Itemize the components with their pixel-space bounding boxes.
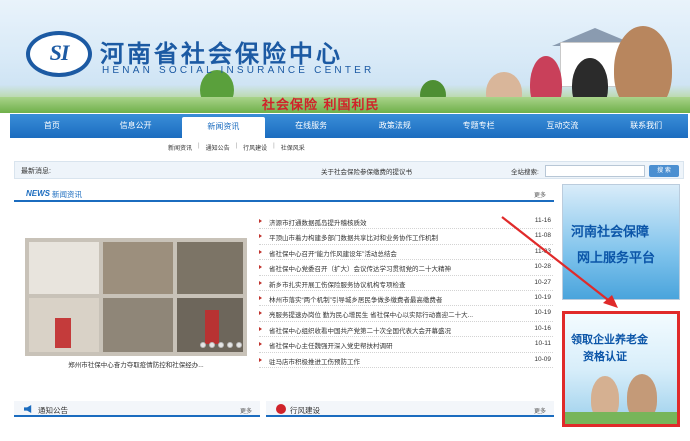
nav-contact[interactable]: 联系我们 (604, 114, 688, 138)
bullet-icon (259, 326, 262, 331)
carousel-photo (103, 242, 173, 294)
carousel-dot[interactable] (218, 342, 224, 348)
nav-news[interactable]: 新闻资讯 (181, 117, 266, 138)
notices-panel-title: 通知公告 (38, 406, 68, 415)
subnav-separator: | (235, 143, 238, 149)
bullet-icon (259, 234, 262, 239)
news-item-date: 10-16 (534, 324, 551, 332)
worker-figure (55, 318, 71, 348)
news-more-link[interactable]: 更多 (534, 190, 546, 199)
news-item[interactable]: 省社保中心主任魏强开深入党史帮扶村调研 10-11 (259, 337, 553, 353)
news-item[interactable]: 省社保中心组织收看中国共产党第二十次全国代表大会开幕盛况 10-16 (259, 322, 553, 338)
subnav-separator: | (273, 143, 275, 149)
conduct-panel-header: 行风建设 更多 (266, 401, 554, 417)
news-item-title[interactable]: 省社保中心组织收看中国共产党第二十次全国代表大会开幕盛况 (269, 325, 499, 335)
news-item-date: 10-11 (534, 340, 551, 348)
subnav-style[interactable]: 社保风采 (281, 143, 305, 152)
conduct-panel-title: 行风建设 (290, 406, 320, 415)
news-item-title[interactable]: 省社保中心党委召开（扩大）会议传达学习贯彻党的二十大精神 (269, 263, 499, 273)
news-item-title[interactable]: 林州市落实“两个机制”引导城乡居民争做多缴费者最高缴费者 (269, 294, 499, 304)
bullet-icon (259, 342, 262, 347)
flowers-decoration (565, 412, 677, 424)
sub-nav: 新闻资讯 | 通知公告 | 行风建设 | 社保风采 (168, 143, 305, 152)
notices-panel-header: 通知公告 更多 (14, 401, 260, 417)
header-banner: SI 河南省社会保险中心 HENAN SOCIAL INSURANCE CENT… (0, 0, 690, 113)
speaker-icon (24, 405, 32, 413)
notices-more-link[interactable]: 更多 (240, 406, 252, 415)
search-button[interactable]: 搜 索 (649, 165, 679, 177)
site-title-en: HENAN SOCIAL INSURANCE CENTER (102, 65, 375, 76)
carousel-photo (177, 242, 243, 294)
subnav-separator: | (198, 143, 200, 149)
annotation-arrow (501, 216, 618, 308)
slogan: 社会保险 利国利民 (262, 98, 380, 113)
carousel-dots (200, 342, 242, 348)
subnav-notices[interactable]: 通知公告 (206, 143, 230, 152)
news-item-title[interactable]: 省社保中心召开“能力作风建设年”活动总结会 (269, 248, 499, 258)
nav-topics[interactable]: 专题专栏 (437, 114, 521, 138)
bullet-icon (259, 249, 262, 254)
subnav-news[interactable]: 新闻资讯 (168, 143, 192, 152)
worker-figure (205, 310, 219, 344)
pension-certification-banner[interactable]: 领取企业养老金 资格认证 (562, 311, 680, 427)
nav-policies[interactable]: 政策法规 (353, 114, 437, 138)
search-label: 全站搜索: (511, 169, 539, 176)
bullet-icon (259, 311, 262, 316)
photo-caption[interactable]: 郑州市社保中心奋力夺取疫情防控和社保经办... (25, 359, 247, 369)
carousel-photo (29, 242, 99, 294)
news-item-title[interactable]: 济源市打通数据孤岛提升稽核质效 (269, 217, 499, 227)
nav-interaction[interactable]: 互动交流 (521, 114, 605, 138)
news-photo-carousel[interactable] (25, 238, 247, 356)
news-item[interactable]: 驻马店市积极推进工伤预防工作 10-09 (259, 353, 553, 368)
news-tag: NEWS (26, 189, 50, 198)
logo-text: SI (49, 40, 70, 65)
bullet-icon (259, 219, 262, 223)
nav-online-service[interactable]: 在线服务 (269, 114, 353, 138)
bullet-icon (259, 357, 262, 362)
news-item-title[interactable]: 平顶山市着力构建多部门数据共享比对和业务协作工作机制 (269, 232, 499, 242)
news-item-date: 10-09 (534, 355, 551, 363)
carousel-photo (103, 298, 173, 352)
latest-news-bar: 最新消息: 关于社会保险参保缴费的提议书 全站搜索: 搜 索 (14, 161, 684, 179)
carousel-dot[interactable] (227, 342, 233, 348)
bullet-icon (259, 295, 262, 300)
carousel-dot[interactable] (209, 342, 215, 348)
conduct-more-link[interactable]: 更多 (534, 406, 546, 415)
bullet-icon (259, 280, 262, 285)
latest-news-link[interactable]: 关于社会保险参保缴费的提议书 (321, 166, 412, 176)
site-title-cn: 河南省社会保险中心 (100, 39, 343, 68)
news-item-title[interactable]: 省社保中心主任魏强开深入党史帮扶村调研 (269, 340, 499, 350)
nav-home[interactable]: 首页 (10, 114, 94, 138)
main-nav: 首页 信息公开 新闻资讯 在线服务 政策法规 专题专栏 互动交流 联系我们 (10, 114, 688, 138)
news-item-title[interactable]: 驻马店市积极推进工伤预防工作 (269, 356, 499, 366)
nav-info-disclosure[interactable]: 信息公开 (94, 114, 178, 138)
latest-news-label: 最新消息: (21, 168, 51, 175)
news-item-title[interactable]: 新乡市扎实开展工伤保险服务协议机构专项检查 (269, 279, 499, 289)
bullet-icon (259, 265, 262, 270)
carousel-dot[interactable] (200, 342, 206, 348)
news-section-title: 新闻资讯 (52, 190, 82, 199)
news-section-header: NEWS 新闻资讯 更多 (14, 186, 554, 202)
party-emblem-icon (276, 404, 286, 414)
news-item-title[interactable]: 亮服务提速办岗位 勤为民心增民生 省社保中心以实际行动喜迎二十大... (269, 309, 499, 319)
carousel-dot[interactable] (236, 342, 242, 348)
banner-line: 资格认证 (583, 350, 627, 363)
search-input[interactable] (545, 165, 645, 177)
subnav-conduct[interactable]: 行风建设 (243, 143, 267, 152)
banner-line: 领取企业养老金 (571, 333, 648, 346)
